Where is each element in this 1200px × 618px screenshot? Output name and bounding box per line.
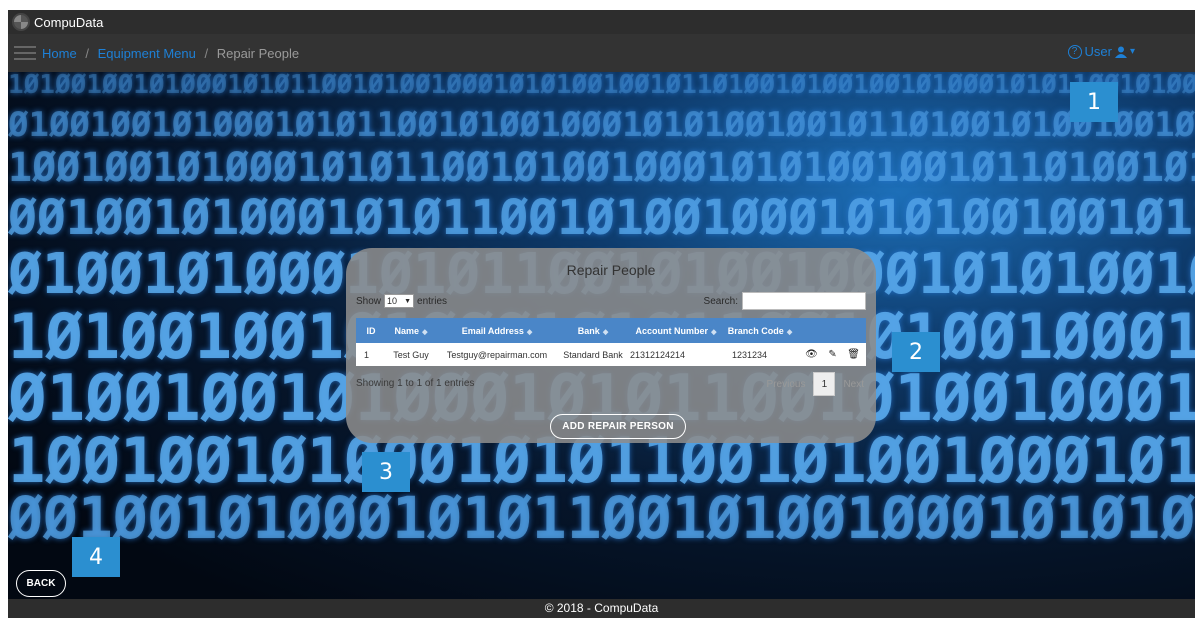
- show-label: Show: [356, 295, 382, 307]
- breadcrumb-separator: /: [85, 45, 89, 61]
- user-icon: [1114, 46, 1127, 58]
- back-button[interactable]: BACK: [16, 570, 66, 597]
- chevron-down-icon: ▾: [1129, 46, 1135, 57]
- entries-label: entries: [417, 295, 448, 307]
- column-header-bank[interactable]: Bank ◆: [558, 318, 628, 343]
- user-menu[interactable]: ? User ▾: [1067, 44, 1135, 59]
- entries-select[interactable]: 10 ▼: [384, 294, 415, 308]
- page-1-button[interactable]: 1: [813, 372, 836, 396]
- sort-icon: ◆: [602, 328, 609, 336]
- table-header-row: ID Name ◆ Email Address ◆ Bank ◆ Account Nu…: [356, 318, 866, 343]
- user-label: User: [1084, 44, 1112, 59]
- footer: © 2018 - CompuData: [8, 599, 1195, 618]
- search-input[interactable]: [742, 292, 866, 310]
- pencil-icon[interactable]: ✎: [828, 349, 836, 360]
- cell-branch-code: 1231234: [724, 343, 796, 366]
- column-header-email[interactable]: Email Address ◆: [436, 318, 558, 343]
- sort-icon: ◆: [786, 328, 793, 336]
- add-repair-person-button[interactable]: ADD REPAIR PERSON: [550, 414, 686, 439]
- callout-4: 4: [72, 537, 120, 577]
- entries-value: 10: [387, 296, 398, 306]
- cell-email: Testguy@repairman.com: [436, 343, 558, 366]
- callout-2: 2: [892, 332, 940, 372]
- compudata-logo-icon: [12, 13, 30, 31]
- navigation-bar: Home / Equipment Menu / Repair People ? …: [8, 34, 1195, 72]
- breadcrumb-equipment-menu[interactable]: Equipment Menu: [98, 46, 196, 61]
- table-row: 1 Test Guy Testguy@repairman.com Standar…: [356, 343, 866, 366]
- pagination: Previous 1 Next: [767, 372, 864, 396]
- screen: 1Ø1ØØ1ØØ1Ø1ØØØ1Ø1Ø11ØØ1Ø1ØØ1ØØØ1Ø1Ø1ØØ1Ø…: [8, 10, 1195, 618]
- panel-title: Repair People: [566, 262, 656, 278]
- callout-3: 3: [362, 452, 410, 492]
- callout-1: 1: [1070, 82, 1118, 122]
- previous-page-button[interactable]: Previous: [767, 379, 806, 390]
- breadcrumb-separator: /: [204, 45, 209, 61]
- hamburger-menu-icon[interactable]: [14, 46, 36, 60]
- dropdown-arrow-icon: ▼: [404, 297, 412, 305]
- breadcrumb: Home / Equipment Menu / Repair People: [42, 46, 299, 61]
- cell-name: Test Guy: [386, 343, 436, 366]
- help-icon[interactable]: ?: [1067, 44, 1082, 59]
- next-page-button[interactable]: Next: [843, 379, 864, 390]
- eye-icon[interactable]: 👁: [805, 349, 818, 360]
- search-label: Search:: [703, 295, 738, 307]
- column-header-account-number[interactable]: Account Number ◆: [628, 318, 724, 343]
- cell-bank: Standard Bank: [558, 343, 628, 366]
- column-header-branch-code[interactable]: Branch Code ◆: [724, 318, 796, 343]
- breadcrumb-home[interactable]: Home: [42, 46, 77, 61]
- trash-icon[interactable]: 🗑: [847, 349, 860, 360]
- breadcrumb-current: Repair People: [216, 45, 300, 61]
- column-header-name[interactable]: Name ◆: [386, 318, 436, 343]
- sort-icon: ◆: [526, 328, 533, 336]
- repair-people-table: ID Name ◆ Email Address ◆ Bank ◆ Account Nu…: [356, 318, 866, 366]
- table-search: Search:: [704, 292, 866, 310]
- app-title-bar: CompuData: [8, 10, 1195, 34]
- column-header-actions: [796, 318, 866, 343]
- cell-actions: 👁 ✎ 🗑: [796, 343, 866, 366]
- sort-icon: ◆: [422, 328, 428, 336]
- cell-id: 1: [356, 343, 386, 366]
- table-info: Showing 1 to 1 of 1 entries: [356, 378, 475, 389]
- sort-icon: ◆: [711, 328, 717, 336]
- entries-length-control: Show 10 ▼ entries: [356, 294, 447, 308]
- app-title: CompuData: [34, 14, 104, 30]
- cell-account-number: 21312124214: [628, 343, 724, 366]
- repair-people-panel: Repair People Show 10 ▼ entries Search: …: [346, 248, 876, 443]
- column-header-id[interactable]: ID: [356, 318, 386, 343]
